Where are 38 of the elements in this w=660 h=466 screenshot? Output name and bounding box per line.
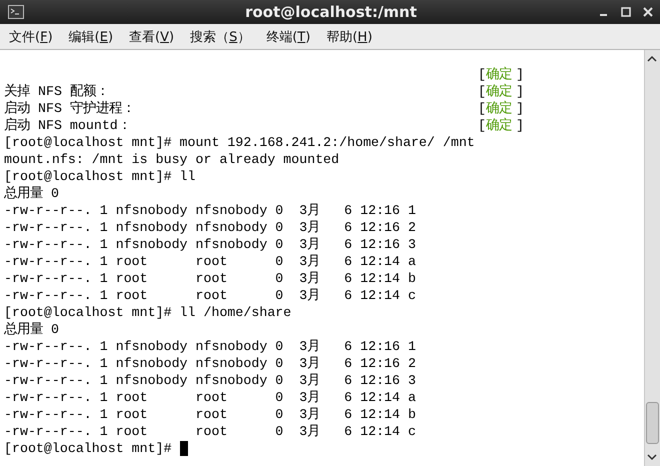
terminal-line: 启动 NFS 守护进程： (4, 100, 135, 117)
menu-item[interactable]: 查看(V) (128, 26, 176, 48)
terminal-line: -rw-r--r--. 1 root root 0 3月 6 12:14 a (4, 389, 416, 406)
terminal-line: 总用量 0 (4, 321, 59, 338)
terminal-line: -rw-r--r--. 1 root root 0 3月 6 12:14 b (4, 406, 416, 423)
menu-item[interactable]: 终端(T) (265, 26, 312, 48)
window-title: root@localhost:/mnt (244, 3, 418, 21)
scroll-thumb[interactable] (646, 402, 659, 444)
close-icon[interactable] (642, 6, 654, 18)
terminal-line: [root@localhost mnt]# (4, 440, 173, 457)
scrollbar[interactable] (644, 50, 660, 466)
terminal-line: [root@localhost mnt]# ll (4, 168, 196, 185)
terminal-line: -rw-r--r--. 1 root root 0 3月 6 12:14 a (4, 253, 416, 270)
terminal-line: 总用量 0 (4, 185, 59, 202)
terminal-line: -rw-r--r--. 1 nfsnobody nfsnobody 0 3月 6 12:16 1 (4, 338, 416, 355)
terminal-line: -rw-r--r--. 1 root root 0 3月 6 12:14 c (4, 423, 416, 440)
status-label: [确定 ] (478, 66, 524, 83)
menu-item[interactable]: 编辑(E) (68, 26, 114, 48)
terminal-line: 启动 NFS mountd： (4, 117, 131, 134)
terminal-line: -rw-r--r--. 1 nfsnobody nfsnobody 0 3月 6 12:16 1 (4, 202, 416, 219)
status-label: [确定 ] (478, 100, 524, 117)
terminal-line: -rw-r--r--. 1 nfsnobody nfsnobody 0 3月 6 12:16 2 (4, 219, 416, 236)
terminal-line: -rw-r--r--. 1 root root 0 3月 6 12:14 b (4, 270, 416, 287)
maximize-icon[interactable] (620, 6, 632, 18)
terminal-line: -rw-r--r--. 1 nfsnobody nfsnobody 0 3月 6 12:16 3 (4, 372, 416, 389)
terminal-line: [root@localhost mnt]# mount 192.168.241.2:/home/share/ /mnt (4, 134, 475, 151)
terminal-line: mount.nfs: /mnt is busy or already mounted (4, 151, 340, 168)
terminal-line: -rw-r--r--. 1 nfsnobody nfsnobody 0 3月 6 12:16 3 (4, 236, 416, 253)
status-label: [确定 ] (478, 83, 524, 100)
status-label: [确定 ] (478, 117, 524, 134)
menu-item[interactable]: 帮助(H) (325, 26, 374, 48)
terminal-line: [root@localhost mnt]# ll /home/share (4, 304, 292, 321)
terminal-line: 关掉 NFS 配额： (4, 83, 109, 100)
menu-item[interactable]: 搜索（S） (189, 26, 252, 48)
terminal-line: -rw-r--r--. 1 nfsnobody nfsnobody 0 3月 6 12:16 2 (4, 355, 416, 372)
terminal-icon (8, 5, 24, 19)
terminal-line: -rw-r--r--. 1 root root 0 3月 6 12:14 c (4, 287, 416, 304)
menu-item[interactable]: 文件(F) (8, 26, 54, 48)
